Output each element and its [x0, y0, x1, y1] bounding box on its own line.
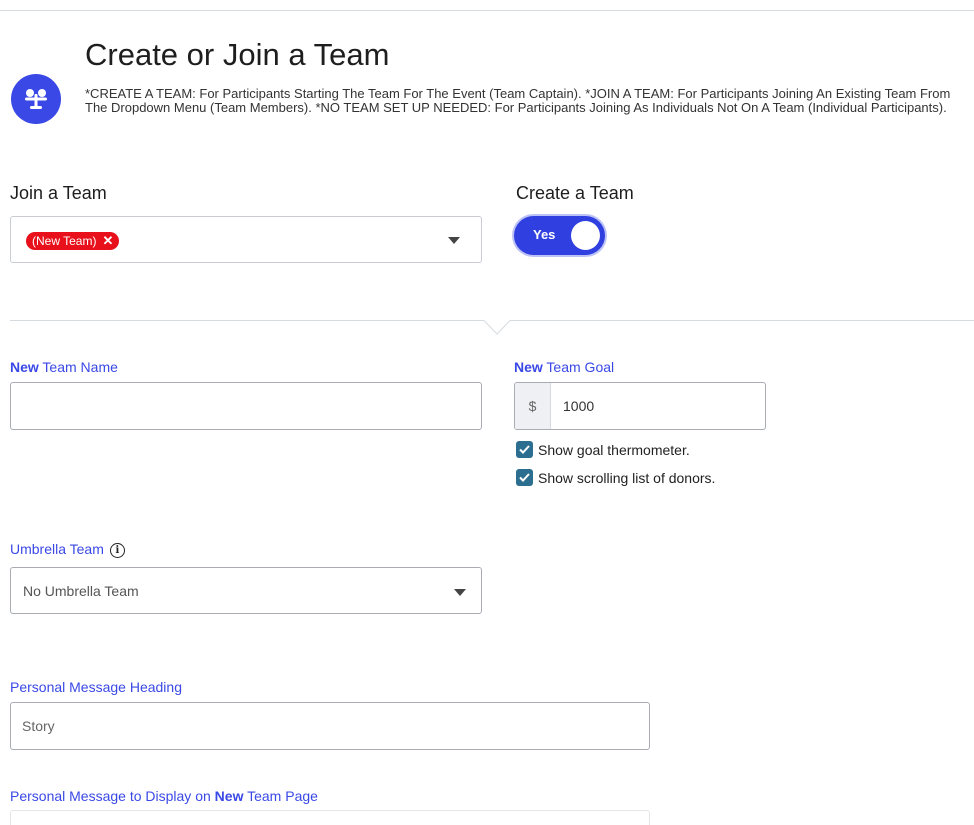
page-title: Create or Join a Team [85, 37, 390, 72]
chevron-down-icon[interactable] [454, 589, 466, 596]
selected-team-tag: (New Team) ✕ [26, 232, 120, 250]
selected-team-label: (New Team) [32, 234, 97, 248]
page-description: *CREATE A TEAM: For Participants Startin… [85, 86, 951, 115]
create-team-toggle[interactable]: Yes [514, 216, 605, 255]
section-divider-right [510, 320, 974, 321]
section-divider [10, 320, 484, 321]
toggle-knob [571, 221, 600, 250]
top-divider [0, 10, 974, 11]
join-team-select[interactable]: (New Team) ✕ [10, 216, 482, 263]
toggle-label: Yes [533, 227, 556, 242]
umbrella-team-label: Umbrella Team i [10, 541, 125, 558]
show-donors-option[interactable]: Show scrolling list of donors. [516, 469, 715, 486]
personal-message-editor[interactable] [10, 810, 650, 825]
show-thermometer-label: Show goal thermometer. [538, 441, 690, 458]
new-team-goal-label: New Team Goal [514, 359, 615, 375]
personal-heading-label: Personal Message Heading [10, 679, 182, 695]
create-team-label: Create a Team [516, 183, 634, 203]
chevron-down-icon[interactable] [448, 237, 460, 244]
remove-tag-icon[interactable]: ✕ [102, 232, 113, 250]
umbrella-team-value: No Umbrella Team [23, 583, 139, 599]
checkbox-checked-icon[interactable] [516, 469, 533, 486]
show-thermometer-option[interactable]: Show goal thermometer. [516, 441, 690, 458]
join-team-label: Join a Team [10, 183, 107, 203]
personal-message-label: Personal Message to Display on New Team … [10, 788, 318, 804]
show-donors-label: Show scrolling list of donors. [538, 469, 716, 486]
new-team-name-input[interactable] [10, 382, 482, 430]
new-team-name-label: New Team Name [10, 359, 118, 375]
umbrella-team-select[interactable]: No Umbrella Team [10, 567, 482, 614]
info-icon[interactable]: i [109, 542, 125, 558]
checkbox-checked-icon[interactable] [516, 441, 533, 458]
personal-heading-input[interactable] [10, 702, 650, 750]
team-icon [11, 74, 61, 124]
new-team-goal-input[interactable]: $ 1000 [514, 382, 766, 430]
divider-notch [484, 320, 510, 336]
currency-prefix: $ [515, 383, 551, 429]
goal-value: 1000 [563, 398, 595, 414]
